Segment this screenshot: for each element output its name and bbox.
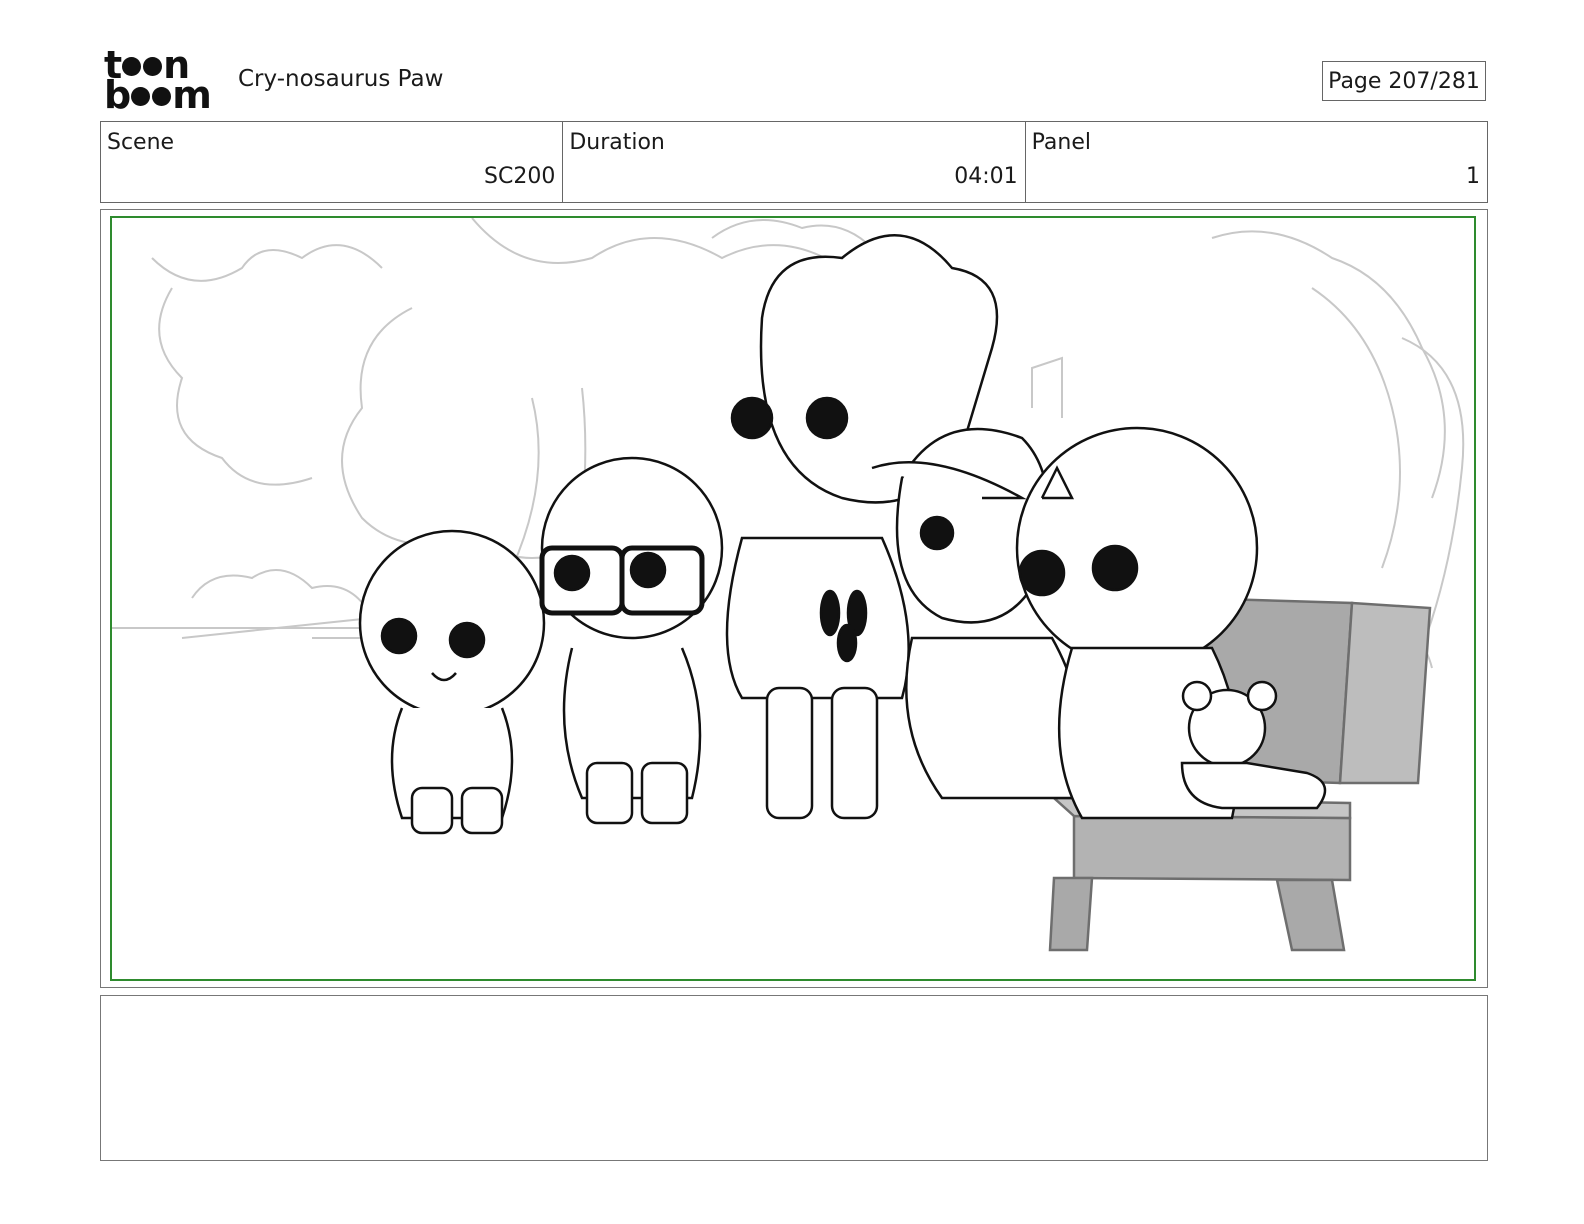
duration-value: 04:01 bbox=[954, 164, 1018, 189]
scene-label: Scene bbox=[107, 130, 175, 155]
toon-boom-logo: tn bm bbox=[104, 43, 212, 117]
dino-kid bbox=[358, 529, 546, 835]
safe-frame-drawing bbox=[110, 216, 1476, 981]
panel-cell: Panel 1 bbox=[1026, 122, 1487, 202]
glasses-kid bbox=[539, 456, 724, 825]
scene-value: SC200 bbox=[484, 164, 556, 189]
panel-metadata-table: Scene SC200 Duration 04:01 Panel 1 bbox=[100, 121, 1488, 203]
scene-cell: Scene SC200 bbox=[101, 122, 564, 202]
panel-label: Panel bbox=[1031, 130, 1092, 155]
project-title: Cry-nosaurus Paw bbox=[238, 66, 444, 92]
duration-label: Duration bbox=[569, 130, 665, 155]
storyboard-sketch bbox=[112, 218, 1465, 952]
character-group bbox=[358, 234, 1327, 835]
panel-value: 1 bbox=[1465, 164, 1480, 189]
duration-cell: Duration 04:01 bbox=[563, 122, 1026, 202]
page-indicator: Page 207/281 bbox=[1322, 61, 1486, 101]
panel-notes-area[interactable] bbox=[100, 995, 1488, 1161]
